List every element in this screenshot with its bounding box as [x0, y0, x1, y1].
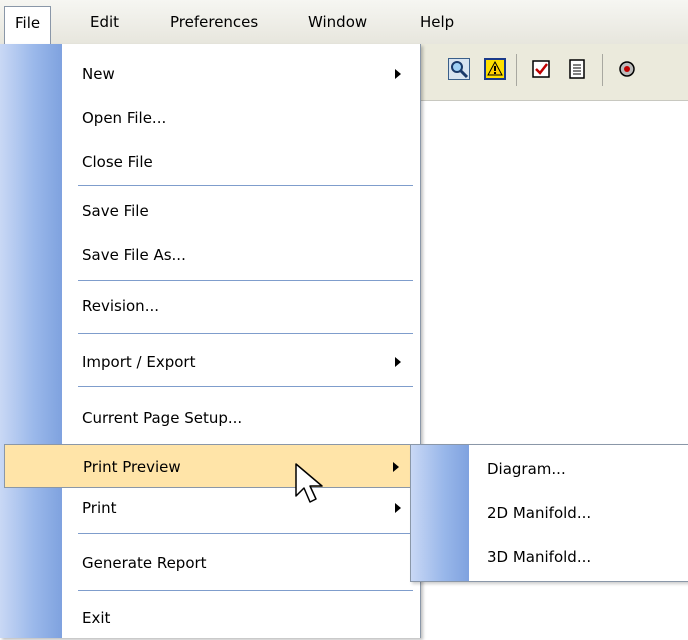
menu-item-exit[interactable]: Exit [62, 596, 417, 640]
submenu-arrow-icon [395, 69, 401, 79]
warning-icon[interactable] [484, 58, 506, 80]
menu-item-open-file[interactable]: Open File... [62, 96, 417, 140]
menu-item-label: Revision... [82, 297, 159, 315]
menu-help[interactable]: Help [410, 8, 464, 36]
submenu-gutter [411, 445, 469, 581]
menu-item-label: Save File [82, 202, 149, 220]
mouse-cursor-icon [294, 462, 326, 510]
submenu-arrow-icon [393, 462, 399, 472]
menu-separator [78, 533, 413, 534]
menu-item-save-file[interactable]: Save File [62, 189, 417, 233]
document-icon[interactable] [566, 58, 588, 80]
submenu-item-diagram[interactable]: Diagram... [469, 447, 688, 491]
menu-item-label: New [82, 65, 115, 83]
menu-bar: File Edit Preferences Window Help [0, 0, 688, 45]
menu-item-revision[interactable]: Revision... [62, 284, 417, 328]
submenu-arrow-icon [395, 357, 401, 367]
menu-item-generate-report[interactable]: Generate Report [62, 541, 417, 585]
menu-preferences[interactable]: Preferences [160, 8, 268, 36]
menu-item-close-file[interactable]: Close File [62, 140, 417, 184]
menu-window[interactable]: Window [298, 8, 377, 36]
submenu-item-2d-manifold[interactable]: 2D Manifold... [469, 491, 688, 535]
menu-item-print[interactable]: Print [62, 486, 417, 530]
submenu-item-label: 3D Manifold... [487, 548, 592, 566]
menu-item-label: Close File [82, 153, 153, 171]
menu-item-label: Print [82, 499, 117, 517]
checklist-icon[interactable] [530, 58, 552, 80]
zoom-icon[interactable] [448, 58, 470, 80]
toolbar-separator [602, 54, 603, 86]
menu-item-label: Print Preview [83, 458, 181, 476]
menu-separator [78, 590, 413, 591]
submenu-item-3d-manifold[interactable]: 3D Manifold... [469, 535, 688, 579]
menu-edit[interactable]: Edit [80, 8, 129, 36]
menu-item-label: Current Page Setup... [82, 409, 243, 427]
menu-item-label: Exit [82, 609, 111, 627]
gear-icon[interactable] [616, 58, 638, 80]
menu-gutter [0, 44, 62, 638]
toolbar-separator [516, 54, 517, 86]
menu-item-current-page-setup[interactable]: Current Page Setup... [62, 396, 417, 440]
submenu-item-label: 2D Manifold... [487, 504, 592, 522]
menu-separator [78, 185, 413, 186]
submenu-arrow-icon [395, 503, 401, 513]
menu-item-label: Save File As... [82, 246, 186, 264]
submenu-item-label: Diagram... [487, 460, 566, 478]
menu-separator [78, 386, 413, 387]
menu-item-import-export[interactable]: Import / Export [62, 340, 417, 384]
menu-item-label: Generate Report [82, 554, 207, 572]
menu-item-label: Open File... [82, 109, 167, 127]
menu-item-print-preview[interactable]: Print Preview [4, 444, 416, 488]
menu-separator [78, 333, 413, 334]
toolbar [406, 44, 688, 100]
menu-item-save-file-as[interactable]: Save File As... [62, 233, 417, 277]
menu-item-new[interactable]: New [62, 52, 417, 96]
print-preview-submenu: Diagram... 2D Manifold... 3D Manifold... [410, 444, 688, 582]
menu-separator [78, 280, 413, 281]
menu-item-label: Import / Export [82, 353, 196, 371]
menu-file[interactable]: File [4, 6, 52, 44]
file-menu: New Open File... Close File Save File Sa… [0, 44, 421, 638]
